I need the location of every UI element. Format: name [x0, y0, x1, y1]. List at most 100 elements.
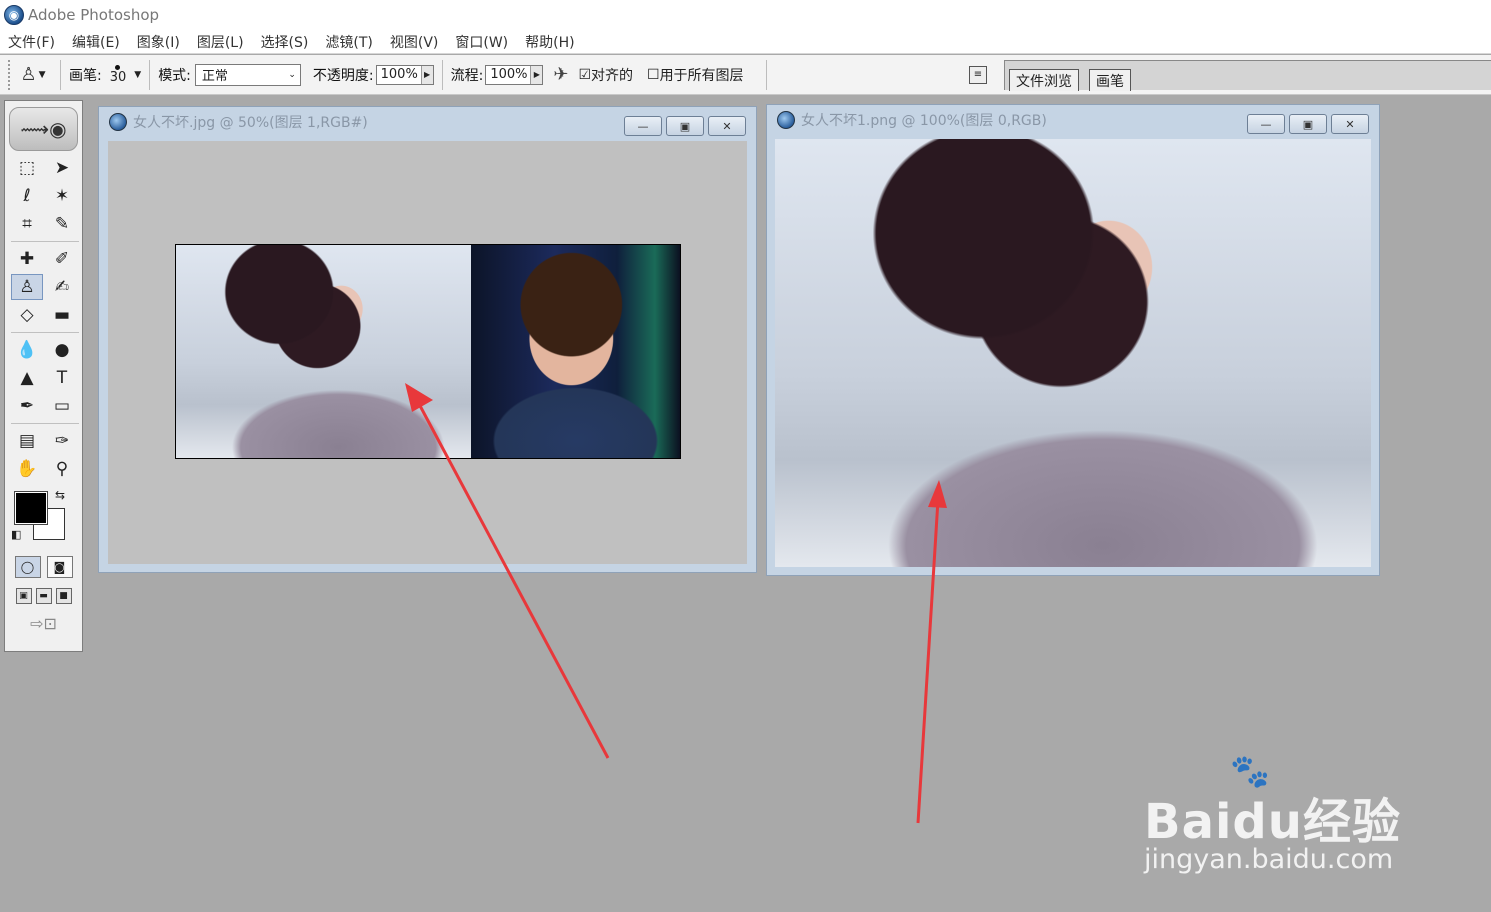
brush-label: 画笔: — [69, 67, 102, 84]
tab-file-browser[interactable]: 文件浏览 — [1009, 69, 1079, 91]
dodge-tool-icon[interactable]: ● — [46, 337, 78, 363]
eyedropper-tool-icon[interactable]: ✑ — [46, 428, 78, 454]
clone-stamp-icon: ♙ — [20, 64, 37, 85]
menu-window[interactable]: 窗口(W) — [455, 32, 508, 52]
palette-toggle-icon[interactable]: ≡ — [969, 66, 987, 84]
adobe-online-feather-icon[interactable]: ⟿◉ — [9, 107, 78, 151]
document-title: 女人不坏.jpg @ 50%(图层 1,RGB#) — [133, 115, 368, 131]
toolbox: ⟿◉ ⬚ ➤ ℓ ✶ ⌗ ✎ ✚ ✐ ♙ ✍ ◇ ▬ 💧 ● ▲ T ✒ ▭ ▤ ✑ ✋ ⚲ ⇆ ◧ ◯ ◙ ▣ ▬ ■ … — [4, 100, 83, 652]
full-screen-icon[interactable]: ■ — [55, 588, 72, 604]
photoshop-doc-icon — [777, 111, 795, 129]
triangle-right-icon[interactable]: ▶ — [420, 65, 433, 84]
triangle-right-icon[interactable]: ▶ — [530, 65, 543, 84]
tool-divider — [11, 332, 79, 333]
slice-tool-icon[interactable]: ✎ — [46, 211, 78, 237]
opacity-value: 100% — [380, 67, 418, 82]
lasso-tool-icon[interactable]: ℓ — [11, 183, 43, 209]
maximize-icon[interactable]: ▣ — [666, 116, 704, 136]
default-colors-icon[interactable]: ◧ — [11, 528, 21, 541]
healing-brush-tool-icon[interactable]: ✚ — [11, 246, 43, 272]
aligned-checkbox[interactable]: ☑ 对齐的 — [578, 65, 633, 85]
path-selection-tool-icon[interactable]: ▲ — [11, 365, 43, 391]
watermark-brand: Baidu经验 — [1144, 794, 1401, 850]
watermark-url: jingyan.baidu.com — [1144, 844, 1394, 875]
document-title: 女人不坏1.png @ 100%(图层 0,RGB) — [801, 113, 1047, 129]
menu-view[interactable]: 视图(V) — [390, 32, 439, 52]
history-brush-tool-icon[interactable]: ✍ — [46, 274, 78, 300]
document-canvas[interactable] — [108, 141, 747, 564]
move-tool-icon[interactable]: ➤ — [46, 155, 78, 181]
eraser-tool-icon[interactable]: ◇ — [11, 302, 43, 328]
menu-bar: 文件(F) 编辑(E) 图象(I) 图层(L) 选择(S) 滤镜(T) 视图(V… — [0, 30, 1491, 54]
flow-value: 100% — [490, 67, 528, 82]
type-tool-icon[interactable]: T — [46, 365, 78, 391]
hand-tool-icon[interactable]: ✋ — [11, 456, 43, 482]
full-screen-menu-icon[interactable]: ▬ — [35, 588, 52, 604]
photoshop-eye-icon: ◉ — [4, 5, 24, 25]
checkbox-checked-icon: ☑ — [578, 66, 591, 83]
tool-divider — [11, 423, 79, 424]
menu-help[interactable]: 帮助(H) — [525, 32, 574, 52]
girl-glasses-photo — [471, 245, 680, 458]
swap-colors-icon[interactable]: ⇆ — [55, 488, 65, 502]
menu-file[interactable]: 文件(F) — [8, 32, 55, 52]
standard-mode-icon[interactable]: ◯ — [14, 556, 41, 578]
standard-screen-icon[interactable]: ▣ — [15, 588, 32, 604]
composite-image[interactable] — [175, 244, 681, 459]
menu-edit[interactable]: 编辑(E) — [72, 32, 120, 52]
menu-select[interactable]: 选择(S) — [261, 32, 309, 52]
close-icon[interactable]: ✕ — [1331, 114, 1369, 134]
close-icon[interactable]: ✕ — [708, 116, 746, 136]
foreground-color-swatch[interactable] — [14, 491, 48, 525]
baidu-paw-logo-icon: 🐾 — [1230, 752, 1270, 790]
menu-filter[interactable]: 滤镜(T) — [325, 32, 372, 52]
divider — [441, 59, 443, 90]
brush-picker[interactable]: 30 — [109, 64, 127, 85]
brush-tool-icon[interactable]: ✐ — [46, 246, 78, 272]
menu-image[interactable]: 图象(I) — [137, 32, 180, 52]
tool-preset-picker[interactable]: ♙ ▼ — [14, 61, 52, 89]
woman-outdoor-photo-large[interactable] — [775, 139, 1371, 567]
maximize-icon[interactable]: ▣ — [1289, 114, 1327, 134]
chevron-down-icon[interactable]: ▼ — [134, 70, 141, 80]
app-title: Adobe Photoshop — [28, 6, 160, 24]
blur-tool-icon[interactable]: 💧 — [11, 337, 43, 363]
clone-stamp-tool-icon[interactable]: ♙ — [11, 274, 43, 300]
tab-brushes[interactable]: 画笔 — [1089, 69, 1131, 91]
edit-mode-row: ◯ ◙ — [5, 556, 82, 578]
zoom-tool-icon[interactable]: ⚲ — [46, 456, 78, 482]
minimize-icon[interactable]: — — [1247, 114, 1285, 134]
flow-label: 流程: — [450, 67, 484, 84]
crop-tool-icon[interactable]: ⌗ — [11, 211, 43, 237]
minimize-icon[interactable]: — — [624, 116, 662, 136]
divider — [765, 59, 767, 90]
jump-to-imageready-icon[interactable]: ⇨⊡ — [5, 614, 82, 633]
brush-size: 30 — [109, 69, 127, 85]
quick-mask-mode-icon[interactable]: ◙ — [46, 556, 73, 578]
palette-well: 文件浏览 画笔 — [1004, 60, 1491, 91]
opacity-field[interactable]: 100% ▶ — [375, 64, 434, 85]
marquee-tool-icon[interactable]: ⬚ — [11, 155, 43, 181]
flow-field[interactable]: 100% ▶ — [485, 64, 544, 85]
mode-select[interactable]: 正常 ⌄ — [194, 63, 301, 86]
menu-layer[interactable]: 图层(L) — [197, 32, 244, 52]
chevron-down-icon: ⌄ — [288, 69, 296, 80]
airbrush-icon[interactable]: ✈ — [553, 64, 568, 85]
window-buttons: — ▣ ✕ — [624, 116, 746, 136]
mode-value: 正常 — [201, 69, 228, 84]
photoshop-doc-icon — [109, 113, 127, 131]
window-buttons: — ▣ ✕ — [1247, 114, 1369, 134]
aligned-label: 对齐的 — [591, 67, 633, 84]
gradient-tool-icon[interactable]: ▬ — [46, 302, 78, 328]
document-window-2: 女人不坏1.png @ 100%(图层 0,RGB) — ▣ ✕ — [766, 104, 1380, 576]
notes-tool-icon[interactable]: ▤ — [11, 428, 43, 454]
shape-tool-icon[interactable]: ▭ — [46, 393, 78, 419]
woman-outdoor-photo — [176, 245, 471, 458]
pen-tool-icon[interactable]: ✒ — [11, 393, 43, 419]
all-layers-checkbox[interactable]: ☐ 用于所有图层 — [647, 65, 744, 85]
all-layers-label: 用于所有图层 — [659, 67, 744, 84]
magic-wand-tool-icon[interactable]: ✶ — [46, 183, 78, 209]
mode-label: 模式: — [158, 67, 191, 84]
chevron-down-icon: ▼ — [38, 69, 46, 80]
tool-grid: ⬚ ➤ ℓ ✶ ⌗ ✎ ✚ ✐ ♙ ✍ ◇ ▬ 💧 ● ▲ T ✒ ▭ ▤ ✑ ✋ ⚲ — [5, 153, 82, 484]
